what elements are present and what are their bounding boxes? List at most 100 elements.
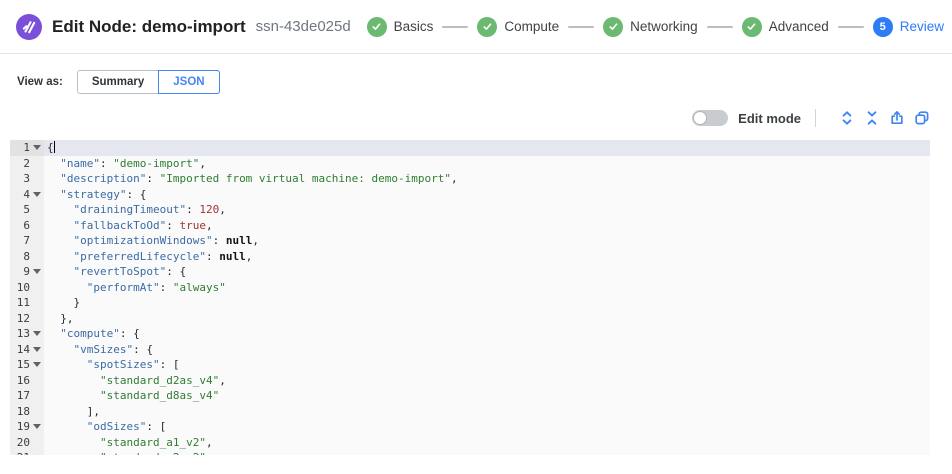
- step-connector: [568, 26, 594, 28]
- code-line[interactable]: },: [44, 311, 930, 327]
- header: Edit Node: demo-import ssn-43de025d Basi…: [0, 0, 952, 54]
- line-gutter: 13: [10, 326, 44, 342]
- editor-line: 17 "standard_d8as_v4": [10, 388, 930, 404]
- line-number: 3: [10, 171, 30, 187]
- edit-mode-label: Edit mode: [738, 111, 801, 126]
- line-gutter: 11: [10, 295, 44, 311]
- line-gutter: 20: [10, 435, 44, 451]
- line-number: 15: [10, 357, 30, 373]
- code-line[interactable]: "odSizes": [: [44, 419, 930, 435]
- step-advanced[interactable]: Advanced: [742, 17, 829, 37]
- code-line[interactable]: "strategy": {: [44, 187, 930, 203]
- line-gutter: 4: [10, 187, 44, 203]
- fold-toggle-icon[interactable]: [30, 145, 44, 150]
- step-compute[interactable]: Compute: [477, 17, 559, 37]
- export-icon[interactable]: [889, 110, 905, 126]
- step-label: Review: [900, 19, 944, 34]
- toggle-knob: [693, 111, 707, 125]
- fold-toggle-icon[interactable]: [30, 362, 44, 367]
- line-gutter: 12: [10, 311, 44, 327]
- editor-line: 14 "vmSizes": {: [10, 342, 930, 358]
- editor-line: 20 "standard_a1_v2",: [10, 435, 930, 451]
- line-gutter: 3: [10, 171, 44, 187]
- editor-line: 19 "odSizes": [: [10, 419, 930, 435]
- code-line[interactable]: "description": "Imported from virtual ma…: [44, 171, 930, 187]
- fold-arrow: [33, 145, 41, 150]
- code-line[interactable]: "name": "demo-import",: [44, 156, 930, 172]
- step-connector: [442, 26, 468, 28]
- editor-line: 8 "preferredLifecycle": null,: [10, 249, 930, 265]
- fold-toggle-icon[interactable]: [30, 331, 44, 336]
- step-label: Networking: [630, 19, 698, 34]
- collapse-all-icon[interactable]: [864, 110, 880, 126]
- code-line[interactable]: "standard_d8as_v4": [44, 388, 930, 404]
- line-gutter: 14: [10, 342, 44, 358]
- edit-mode-toggle[interactable]: [692, 110, 728, 126]
- fold-toggle-icon[interactable]: [30, 192, 44, 197]
- fold-toggle-icon[interactable]: [30, 269, 44, 274]
- editor-line: 16 "standard_d2as_v4",: [10, 373, 930, 389]
- code-line[interactable]: "standard_a2_v2": [44, 450, 930, 455]
- code-line[interactable]: ],: [44, 404, 930, 420]
- step-label: Compute: [504, 19, 559, 34]
- step-number: 5: [873, 17, 893, 37]
- line-gutter: 1: [10, 140, 44, 156]
- step-networking[interactable]: Networking: [603, 17, 698, 37]
- line-number: 21: [10, 450, 30, 455]
- json-editor[interactable]: 1{2 "name": "demo-import",3 "description…: [10, 140, 930, 455]
- line-gutter: 8: [10, 249, 44, 265]
- fold-arrow: [33, 362, 41, 367]
- line-gutter: 2: [10, 156, 44, 172]
- code-line[interactable]: "standard_d2as_v4",: [44, 373, 930, 389]
- editor-line: 13 "compute": {: [10, 326, 930, 342]
- line-gutter: 10: [10, 280, 44, 296]
- code-line[interactable]: }: [44, 295, 930, 311]
- line-number: 20: [10, 435, 30, 451]
- editor-line: 4 "strategy": {: [10, 187, 930, 203]
- step-basics[interactable]: Basics: [367, 17, 434, 37]
- text-cursor: [54, 141, 56, 153]
- fold-arrow: [33, 331, 41, 336]
- line-gutter: 5: [10, 202, 44, 218]
- line-gutter: 17: [10, 388, 44, 404]
- line-number: 9: [10, 264, 30, 280]
- line-number: 7: [10, 233, 30, 249]
- view-as-row: View as: SummaryJSON: [17, 70, 952, 94]
- code-line[interactable]: "vmSizes": {: [44, 342, 930, 358]
- code-line[interactable]: "compute": {: [44, 326, 930, 342]
- code-line[interactable]: "fallbackToOd": true,: [44, 218, 930, 234]
- editor-line: 12 },: [10, 311, 930, 327]
- line-number: 4: [10, 187, 30, 203]
- line-number: 6: [10, 218, 30, 234]
- code-line[interactable]: {: [44, 140, 930, 156]
- line-gutter: 19: [10, 419, 44, 435]
- view-as-label: View as:: [17, 76, 63, 88]
- view-as-summary-button[interactable]: Summary: [77, 70, 159, 94]
- line-number: 12: [10, 311, 30, 327]
- step-review[interactable]: 5 Review: [873, 17, 944, 37]
- code-line[interactable]: "spotSizes": [: [44, 357, 930, 373]
- code-line[interactable]: "optimizationWindows": null,: [44, 233, 930, 249]
- code-line[interactable]: "revertToSpot": {: [44, 264, 930, 280]
- editor-line: 7 "optimizationWindows": null,: [10, 233, 930, 249]
- copy-icon[interactable]: [914, 110, 930, 126]
- editor-line: 3 "description": "Imported from virtual …: [10, 171, 930, 187]
- editor-line: 18 ],: [10, 404, 930, 420]
- code-line[interactable]: "performAt": "always": [44, 280, 930, 296]
- fold-arrow: [33, 269, 41, 274]
- code-line[interactable]: "standard_a1_v2",: [44, 435, 930, 451]
- line-number: 13: [10, 326, 30, 342]
- expand-all-icon[interactable]: [839, 110, 855, 126]
- view-as-json-button[interactable]: JSON: [158, 70, 219, 94]
- line-number: 11: [10, 295, 30, 311]
- code-line[interactable]: "drainingTimeout": 120,: [44, 202, 930, 218]
- line-number: 14: [10, 342, 30, 358]
- check-icon: [477, 17, 497, 37]
- fold-toggle-icon[interactable]: [30, 347, 44, 352]
- fold-toggle-icon[interactable]: [30, 424, 44, 429]
- line-number: 2: [10, 156, 30, 172]
- line-gutter: 7: [10, 233, 44, 249]
- line-number: 18: [10, 404, 30, 420]
- editor-line: 1{: [10, 140, 930, 156]
- code-line[interactable]: "preferredLifecycle": null,: [44, 249, 930, 265]
